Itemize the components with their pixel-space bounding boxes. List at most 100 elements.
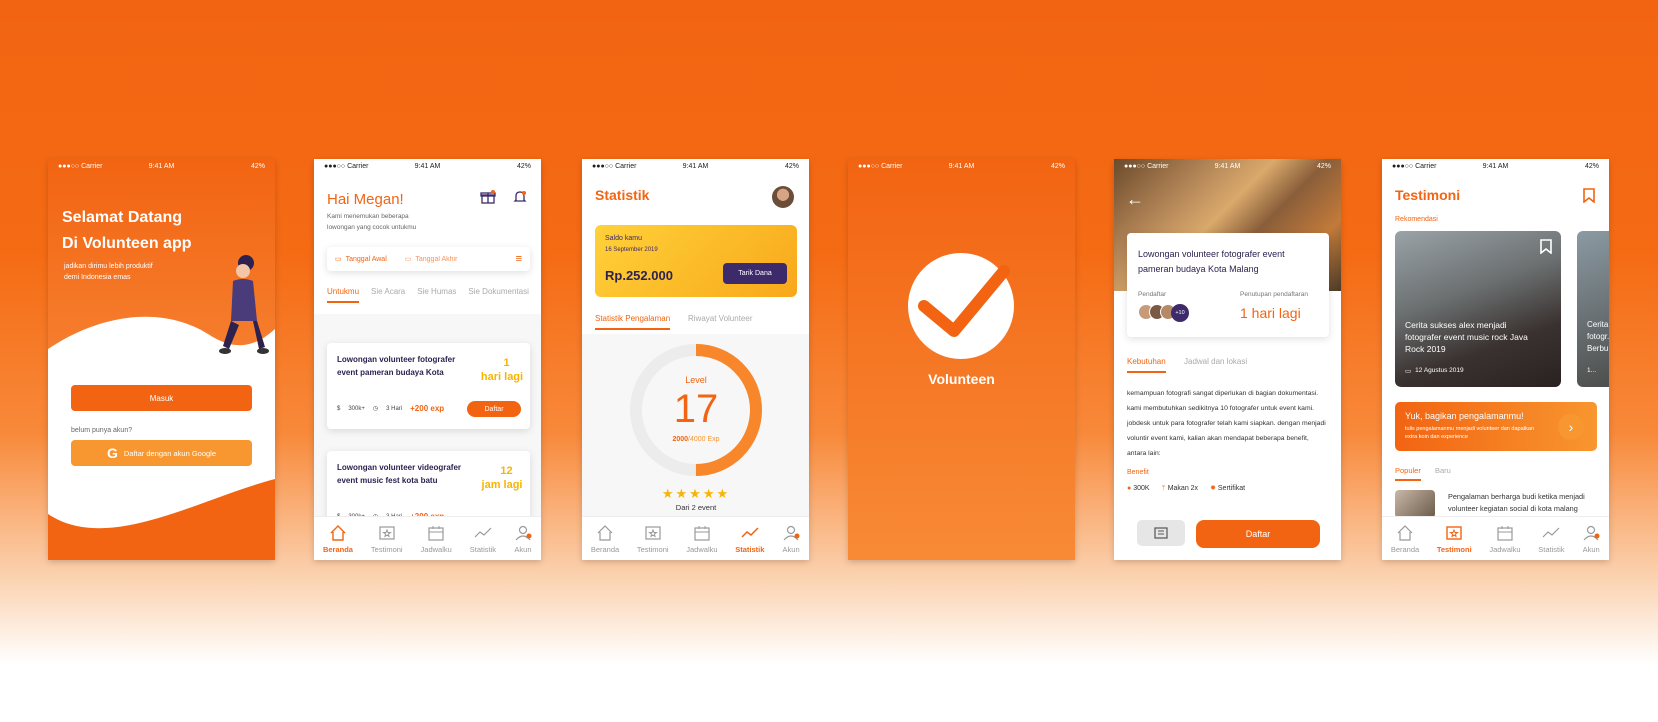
- tab-label: Beranda: [590, 544, 620, 554]
- story-card-1[interactable]: Cerita sukses alex menjadi fotografer ev…: [1395, 231, 1561, 387]
- tab-akun[interactable]: Akun: [782, 524, 800, 554]
- job-title: Lowongan volunteer fotografer event pame…: [337, 355, 456, 377]
- no-account-label: belum punya akun?: [71, 427, 133, 434]
- stats-tab-history[interactable]: Riwayat Volunteer: [688, 314, 752, 323]
- tab-jadwalku[interactable]: Jadwalku: [686, 524, 718, 554]
- greeting-sub2: lowongan yang cocok untukmu: [327, 224, 417, 231]
- bottom-tab-bar: Beranda Testimoni Jadwalku Statistik Aku…: [1382, 516, 1609, 560]
- calendar-icon: [428, 525, 444, 541]
- chat-button[interactable]: [1137, 520, 1185, 546]
- screen-welcome: ●●●○○ Carrier 9:41 AM 42% Selamat Datang…: [48, 159, 275, 560]
- money-icon: $: [337, 405, 341, 412]
- balance-label: Saldo kamu: [605, 235, 642, 242]
- screen-home: ●●●○○ Carrier 9:41 AM 42% Hai Megan! Kam…: [314, 159, 541, 560]
- bell-icon[interactable]: [512, 189, 528, 205]
- greeting-title: Hai Megan!: [327, 191, 404, 208]
- status-bar: ●●●○○ Carrier 9:41 AM 42%: [582, 159, 809, 173]
- tab-baru[interactable]: Baru: [1435, 466, 1451, 475]
- bookmark-icon[interactable]: [1540, 239, 1552, 254]
- user-icon: [515, 525, 532, 540]
- share-experience-banner[interactable]: Yuk, bagikan pengalamanmu! tulis pengala…: [1395, 402, 1597, 451]
- job-deadline-label: jam lagi: [481, 479, 523, 491]
- google-signup-button[interactable]: G Daftar dengan akun Google: [71, 440, 252, 466]
- tab-testimoni[interactable]: Testimoni: [371, 524, 403, 554]
- welcome-subtitle-line1: jadikan dirimu lebih produktif: [64, 263, 153, 270]
- job-deadline-label: hari lagi: [480, 371, 524, 383]
- tab-kebutuhan[interactable]: Kebutuhan: [1127, 357, 1166, 373]
- tab-beranda[interactable]: Beranda: [323, 524, 353, 554]
- exp-total: /4000 Exp: [688, 436, 720, 443]
- stats-tab-experience[interactable]: Statistik Pengalaman: [595, 314, 671, 330]
- screen-testimony: ●●●○○ Carrier 9:41 AM 42% Testimoni Reko…: [1382, 159, 1609, 560]
- back-arrow-icon[interactable]: ←: [1126, 189, 1144, 210]
- story-date-text: 1...: [1587, 367, 1597, 374]
- tab-akun[interactable]: Akun: [1582, 524, 1600, 554]
- closing-value: 1 hari lagi: [1240, 305, 1301, 321]
- tab-label: Akun: [1582, 544, 1600, 554]
- status-bar: ●●●○○ Carrier 9:41 AM 42%: [848, 159, 1075, 173]
- job-detail-card: Lowongan volunteer fotografer event pame…: [1127, 233, 1329, 337]
- level-value: 17: [673, 387, 719, 431]
- tab-jadwalku[interactable]: Jadwalku: [421, 524, 452, 554]
- page-title: Testimoni: [1395, 187, 1461, 203]
- status-time: 9:41 AM: [1482, 162, 1509, 170]
- tab-sie-humas[interactable]: Sie Humas: [417, 287, 456, 303]
- date-end-field[interactable]: ▭ Tanggal Akhir: [404, 255, 458, 264]
- tab-label: Testimoni: [370, 544, 403, 554]
- tab-jadwal-lokasi[interactable]: Jadwal dan lokasi: [1184, 357, 1247, 366]
- coin-icon: ●: [1127, 484, 1132, 492]
- screen-job-detail: ●●●○○ Carrier 9:41 AM 42% ← Lowongan vol…: [1114, 159, 1341, 560]
- registrants-label: Pendaftar: [1138, 291, 1167, 298]
- tab-testimoni[interactable]: Testimoni: [1437, 524, 1472, 554]
- tab-untukmu[interactable]: Untukmu: [327, 287, 360, 303]
- chevron-right-icon[interactable]: ›: [1558, 414, 1584, 440]
- tab-beranda[interactable]: Beranda: [1391, 524, 1419, 554]
- welcome-title-line1: Selamat Datang: [62, 209, 183, 226]
- tab-statistik[interactable]: Statistik: [1538, 524, 1565, 554]
- recommendation-label: Rekomendasi: [1395, 216, 1438, 223]
- gift-icon[interactable]: [480, 189, 496, 205]
- calendar-icon: ▭: [335, 256, 342, 263]
- message-icon: [1154, 527, 1168, 539]
- tab-label: Statistik: [469, 544, 497, 554]
- status-time: 9:41 AM: [948, 162, 975, 170]
- google-signup-label: Daftar dengan akun Google: [123, 448, 217, 458]
- login-button[interactable]: Masuk: [71, 385, 252, 411]
- testimony-item-title: Pengalaman berharga budi ketika menjadi …: [1448, 492, 1585, 513]
- register-button[interactable]: Daftar: [1196, 520, 1320, 548]
- benefit-meal: ᛘ Makan 2x: [1162, 485, 1199, 492]
- story-card-2[interactable]: Cerita... fotogr... Berbu... 1...: [1577, 231, 1609, 387]
- apply-button[interactable]: Daftar: [467, 401, 521, 417]
- status-bar: ●●●○○ Carrier 9:41 AM 42%: [1382, 159, 1609, 173]
- tab-statistik[interactable]: Statistik: [470, 524, 496, 554]
- tab-sie-dokumentasi[interactable]: Sie Dokumentasi: [468, 287, 528, 303]
- checkmark-logo-icon: [908, 253, 1014, 359]
- withdraw-button[interactable]: Tarik Dana: [723, 263, 787, 284]
- closing-label: Penutupan pendaftaran: [1240, 291, 1308, 298]
- calendar-icon: ▭: [404, 256, 412, 263]
- tab-jadwalku[interactable]: Jadwalku: [1489, 524, 1521, 554]
- tab-label: Akun: [514, 544, 532, 554]
- star-icon: ★: [689, 486, 703, 501]
- job-deadline-number: 1: [503, 357, 510, 369]
- tab-testimoni[interactable]: Testimoni: [637, 524, 669, 554]
- balance-card: Saldo kamu 16 September 2019 Rp.252.000 …: [595, 225, 797, 297]
- date-start-field[interactable]: ▭ Tanggal Awal: [335, 255, 387, 264]
- bookmark-icon[interactable]: [1583, 188, 1595, 203]
- tab-statistik[interactable]: Statistik: [735, 524, 764, 554]
- tab-akun[interactable]: Akun: [514, 524, 532, 554]
- tab-populer[interactable]: Populer: [1395, 466, 1421, 481]
- welcome-subtitle-line2: demi Indonesia emas: [64, 274, 131, 281]
- date-end-label: Tanggal Akhir: [415, 255, 458, 263]
- tab-sie-acara[interactable]: Sie Acara: [371, 287, 405, 303]
- avatar[interactable]: [772, 186, 794, 208]
- chart-line-icon: [1542, 527, 1560, 537]
- girl-illustration: [219, 255, 269, 354]
- tab-label: Jadwalku: [686, 544, 718, 554]
- job-meta: $300k+ ◷ 3 Hari +200 exp: [337, 404, 444, 413]
- date-filter-bar: ▭ Tanggal Awal ▭ Tanggal Akhir ≡: [327, 247, 530, 271]
- filter-icon[interactable]: ≡: [516, 253, 522, 265]
- tab-beranda[interactable]: Beranda: [591, 524, 619, 554]
- job-card-1[interactable]: Lowongan volunteer fotografer event pame…: [327, 343, 530, 429]
- testimony-list-item[interactable]: Pengalaman berharga budi ketika menjadi …: [1395, 490, 1597, 518]
